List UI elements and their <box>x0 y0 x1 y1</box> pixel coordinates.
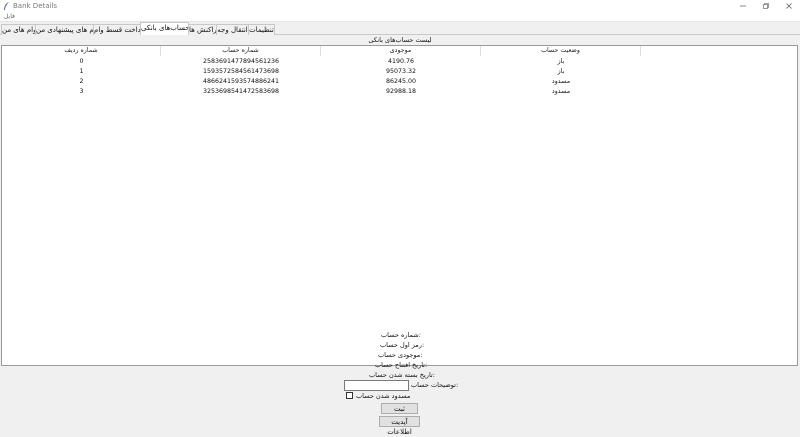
restore-icon[interactable] <box>754 0 777 12</box>
cell-status: باز <box>557 68 565 75</box>
first-password-label: رمز اول حساب: <box>380 341 425 349</box>
tab-installment-payment[interactable]: پرداخت قسط وام <box>93 24 141 35</box>
bank-details-window: Bank Details فایل تنظیمات انتقال وجه ترا… <box>0 0 800 436</box>
window-controls <box>731 0 800 12</box>
table-row[interactable]: مسدود 92988.18 3253698541472583698 3 <box>2 87 642 97</box>
table-header: وضعیت حساب موجودی شماره حساب شماره ردیف <box>2 46 797 56</box>
cell-account-number: 4866241593574886241 <box>202 78 280 85</box>
tab-bar: تنظیمات انتقال وجه تراکنش ها حساب‌های با… <box>0 22 800 35</box>
cell-row-index: 3 <box>79 88 84 95</box>
window-title: Bank Details <box>13 2 58 10</box>
cell-status: باز <box>557 58 565 65</box>
table-row[interactable]: باز 95073.32 1593572584561473698 1 <box>2 67 642 77</box>
description-input[interactable] <box>344 380 409 391</box>
cell-account-number: 1593572584561473698 <box>202 68 280 75</box>
cell-balance: 4190.76 <box>387 58 415 65</box>
open-date-label: تاریخ افتتاح حساب: <box>375 361 428 369</box>
table-row[interactable]: مسدود 86245.00 4866241593574886241 2 <box>2 77 642 87</box>
account-number-label: شماره حساب: <box>381 331 421 339</box>
minimize-icon[interactable] <box>731 0 754 12</box>
blocked-label: مسدود شدن حساب <box>356 392 411 400</box>
close-date-label: تاریخ بسته شدن حساب: <box>369 371 435 379</box>
feather-icon <box>2 1 10 11</box>
tab-transactions[interactable]: تراکنش ها <box>188 24 217 35</box>
table-row[interactable]: باز 4190.76 2583691477894561236 0 <box>2 57 642 67</box>
cell-status: مسدود <box>551 78 571 85</box>
submit-button[interactable]: ثبت <box>381 403 418 414</box>
cell-balance: 92988.18 <box>385 88 417 95</box>
title-bar: Bank Details <box>0 0 800 12</box>
column-header-balance[interactable]: موجودی <box>321 46 481 56</box>
cell-balance: 95073.32 <box>385 68 417 75</box>
close-icon[interactable] <box>777 0 800 12</box>
list-title: لیست حساب‌های بانکی <box>368 36 432 44</box>
cell-account-number: 3253698541472583698 <box>202 88 280 95</box>
cell-account-number: 2583691477894561236 <box>202 58 280 65</box>
column-header-account-number[interactable]: شماره حساب <box>161 46 321 56</box>
tab-settings[interactable]: تنظیمات <box>248 24 275 35</box>
accounts-table[interactable]: وضعیت حساب موجودی شماره حساب شماره ردیف … <box>1 45 798 366</box>
tab-suggested-loans[interactable]: وام های پیشنهادی من <box>35 24 94 35</box>
column-header-status[interactable]: وضعیت حساب <box>481 46 641 56</box>
tab-bank-accounts[interactable]: حساب‌های بانکی <box>140 22 189 35</box>
cell-row-index: 1 <box>79 68 84 75</box>
tab-transfer[interactable]: انتقال وجه <box>216 24 249 35</box>
cell-row-index: 0 <box>79 58 84 65</box>
balance-label: موجودی حساب: <box>378 351 423 359</box>
menu-bar: فایل <box>0 12 800 22</box>
cell-balance: 86245.00 <box>385 78 417 85</box>
menu-file[interactable]: فایل <box>4 13 15 21</box>
update-info-button[interactable]: آپدیت اطلاعات <box>379 416 420 436</box>
column-header-row-index[interactable]: شماره ردیف <box>2 46 161 56</box>
tab-my-loans[interactable]: وام های من <box>1 24 36 35</box>
blocked-checkbox[interactable] <box>346 392 353 399</box>
cell-status: مسدود <box>551 88 571 95</box>
description-label: توضیحات حساب: <box>411 381 459 389</box>
cell-row-index: 2 <box>79 78 84 85</box>
